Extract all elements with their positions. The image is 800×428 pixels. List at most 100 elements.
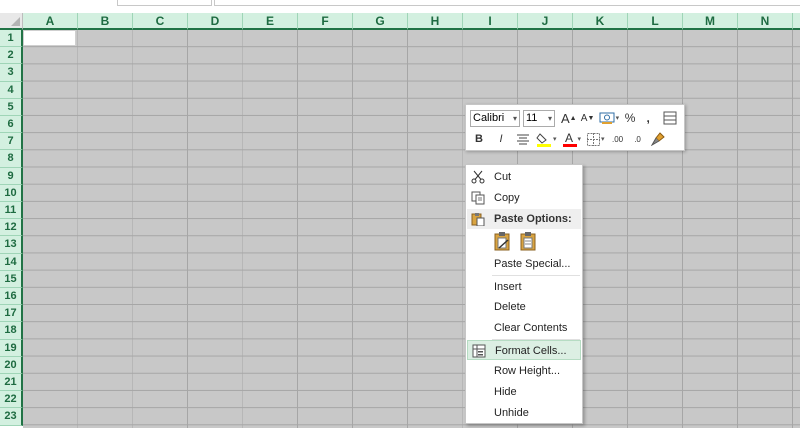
row-header[interactable]: 1	[0, 30, 23, 48]
format-cells-icon	[472, 344, 486, 358]
menu-item-cut[interactable]: Cut	[467, 167, 581, 187]
row-header[interactable]: 18	[0, 322, 23, 340]
menu-item-label: Paste Special...	[494, 258, 571, 270]
column-header[interactable]: A	[23, 13, 78, 30]
paint-bucket-icon	[536, 133, 551, 147]
decrease-decimal-button[interactable]: .00	[611, 130, 625, 148]
row-header[interactable]: 6	[0, 116, 23, 134]
font-color-letter: A	[565, 131, 573, 145]
percent-style-button[interactable]: %	[623, 109, 637, 127]
shrink-font-button[interactable]: A ▼	[581, 109, 595, 127]
paste-button[interactable]	[493, 231, 513, 251]
column-header[interactable]: C	[133, 13, 188, 30]
row-header[interactable]: 13	[0, 236, 23, 254]
font-name-value: Calibri	[473, 111, 505, 124]
accounting-format-icon	[599, 112, 615, 124]
row-header[interactable]: 19	[0, 339, 23, 357]
chevron-down-icon: ▾	[615, 115, 620, 122]
accounting-format-button[interactable]: ▾	[599, 109, 620, 127]
comma-icon: ,	[646, 111, 650, 125]
bold-button[interactable]: B	[472, 130, 486, 148]
menu-item-format-cells[interactable]: Format Cells...	[467, 340, 581, 360]
paste-values-button[interactable]	[519, 231, 539, 251]
row-header[interactable]: 22	[0, 391, 23, 409]
row-header[interactable]: 9	[0, 167, 23, 185]
menu-item-label: Clear Contents	[494, 322, 568, 334]
select-all-corner[interactable]	[0, 13, 23, 30]
menu-item-insert[interactable]: Insert	[467, 277, 581, 297]
font-color-icon: A	[562, 131, 577, 147]
format-table-button[interactable]	[663, 109, 677, 127]
menu-item-row-height[interactable]: Row Height...	[467, 361, 581, 381]
row-header[interactable]: 2	[0, 47, 23, 65]
font-size-box[interactable]: 11 ▾	[523, 109, 555, 127]
chevron-down-icon: ▾	[601, 136, 605, 143]
borders-button[interactable]: ▾	[587, 130, 605, 148]
clipboard-icon	[471, 213, 485, 226]
cell-area[interactable]	[23, 30, 800, 428]
formula-bar-outline	[214, 0, 800, 6]
fill-color-button[interactable]: ▾	[536, 130, 557, 148]
row-header[interactable]: 8	[0, 150, 23, 168]
menu-item-label: Delete	[494, 301, 526, 313]
menu-item-label: Cut	[494, 171, 512, 183]
grow-font-button[interactable]: A ▲	[561, 109, 577, 127]
row-header[interactable]: 15	[0, 270, 23, 288]
column-header[interactable]: G	[353, 13, 408, 30]
row-header[interactable]: 17	[0, 305, 23, 323]
align-center-button[interactable]	[516, 130, 530, 148]
italic-icon: I	[499, 133, 503, 145]
row-header[interactable]: 10	[0, 184, 23, 202]
row-header[interactable]: 12	[0, 219, 23, 237]
comma-style-button[interactable]: ,	[641, 109, 655, 127]
column-header[interactable]: D	[188, 13, 243, 30]
column-header[interactable]: K	[573, 13, 628, 30]
menu-item-label: Unhide	[494, 407, 529, 419]
column-header[interactable]: N	[738, 13, 793, 30]
menu-item-hide[interactable]: Hide	[467, 382, 581, 402]
font-color-button[interactable]: A ▾	[562, 130, 581, 148]
row-header[interactable]: 11	[0, 202, 23, 220]
paste-icon	[494, 232, 510, 251]
font-name-box[interactable]: Calibri ▾	[470, 109, 520, 127]
column-header[interactable]: E	[243, 13, 298, 30]
format-painter-button[interactable]	[650, 130, 665, 148]
row-header[interactable]: 5	[0, 98, 23, 116]
menu-item-label: Format Cells...	[495, 345, 567, 357]
grow-font-icon: A	[561, 110, 570, 126]
spreadsheet-grid[interactable]: ABCDEFGHIJKLMN 1 2 3 4 5 6 7 8 9 10 11 12 13 14 15 16 17…	[0, 13, 800, 428]
table-icon	[663, 111, 677, 125]
chevron-down-icon: ▾	[553, 136, 557, 143]
column-header[interactable]: M	[683, 13, 738, 30]
active-cell-a1[interactable]	[23, 30, 76, 46]
menu-item-unhide[interactable]: Unhide	[467, 403, 581, 423]
increase-decimal-button[interactable]: .0	[631, 130, 645, 148]
menu-item-delete[interactable]: Delete	[467, 297, 581, 317]
row-header[interactable]: 3	[0, 64, 23, 82]
bold-icon: B	[475, 133, 483, 145]
menu-item-copy[interactable]: Copy	[467, 188, 581, 208]
column-header[interactable]: H	[408, 13, 463, 30]
row-header[interactable]: 7	[0, 133, 23, 151]
row-header[interactable]: 23	[0, 408, 23, 426]
percent-icon: %	[624, 111, 636, 125]
menu-separator	[492, 275, 580, 276]
menu-item-clear-contents[interactable]: Clear Contents	[467, 318, 581, 338]
column-header[interactable]: L	[628, 13, 683, 30]
menu-item-paste-special[interactable]: Paste Special...	[467, 254, 581, 274]
column-header[interactable]: I	[463, 13, 518, 30]
column-header[interactable]: F	[298, 13, 353, 30]
paste-options-label: Paste Options:	[494, 213, 572, 225]
row-header[interactable]: 14	[0, 253, 23, 271]
row-header[interactable]: 20	[0, 356, 23, 374]
tab-outline	[117, 0, 212, 6]
increase-decimal-icon: .0	[634, 134, 641, 144]
row-header[interactable]: 4	[0, 81, 23, 99]
row-header[interactable]: 16	[0, 288, 23, 306]
mini-toolbar: Calibri ▾ 11 ▾ A ▲ A ▼ ▾ % , B I ▾ A ▾ ▾…	[465, 104, 685, 151]
italic-button[interactable]: I	[494, 130, 508, 148]
column-header[interactable]: B	[78, 13, 133, 30]
column-header[interactable]: J	[518, 13, 573, 30]
row-header[interactable]: 21	[0, 374, 23, 392]
copy-icon	[471, 191, 485, 205]
